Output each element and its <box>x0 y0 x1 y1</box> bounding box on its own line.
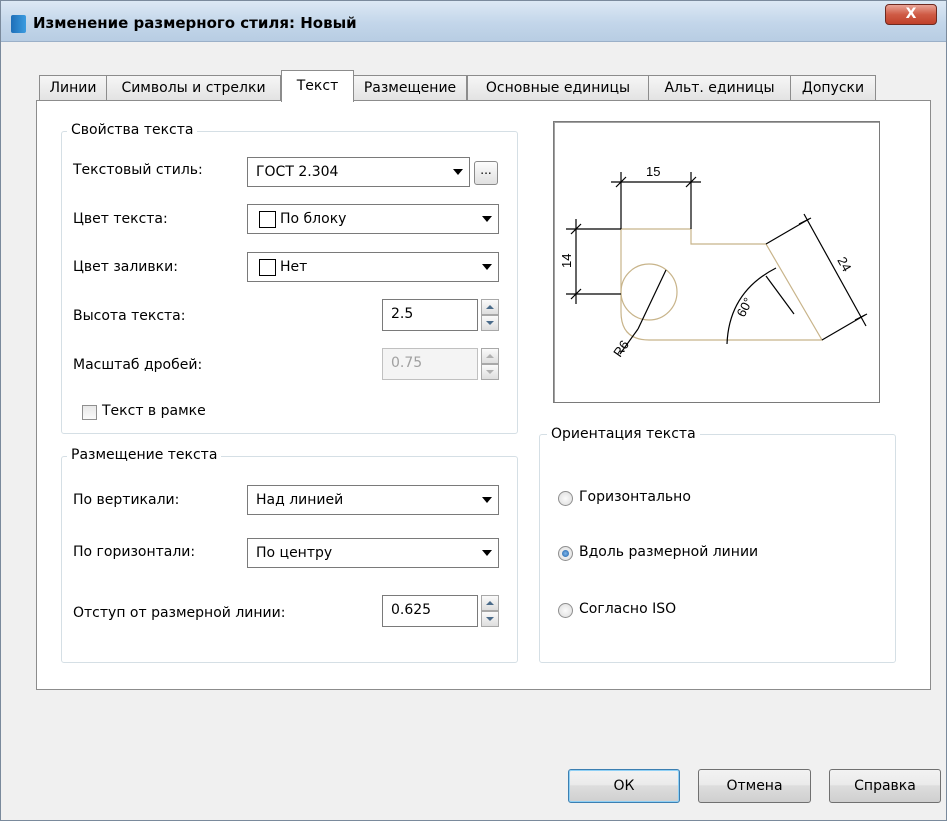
text-height-spinner[interactable] <box>481 299 499 331</box>
vertical-placement-value: Над линией <box>256 492 344 508</box>
dimension-style-dialog: Изменение размерного стиля: Новый X Лини… <box>0 0 947 821</box>
help-button[interactable]: Справка <box>829 769 941 803</box>
text-color-value: По блоку <box>280 211 347 227</box>
vertical-label: По вертикали: <box>73 492 180 508</box>
text-style-select[interactable]: ГОСТ 2.304 <box>247 157 470 187</box>
offset-label: Отступ от размерной линии: <box>73 605 286 621</box>
ok-button[interactable]: ОК <box>568 769 680 803</box>
text-style-value: ГОСТ 2.304 <box>256 164 339 180</box>
orientation-aligned-radio[interactable] <box>558 546 573 561</box>
tab-primary-units[interactable]: Основные единицы <box>467 75 649 101</box>
fraction-scale-input: 0.75 <box>382 348 478 380</box>
dim-right-label: 24 <box>834 254 854 274</box>
text-color-label: Цвет текста: <box>73 211 168 227</box>
window-title: Изменение размерного стиля: Новый <box>33 14 357 32</box>
color-swatch <box>259 211 276 228</box>
fraction-scale-spinner <box>481 348 499 380</box>
chevron-down-icon <box>482 550 492 556</box>
orientation-iso-radio[interactable] <box>558 603 573 618</box>
text-properties-title: Свойства текста <box>67 122 198 138</box>
text-height-label: Высота текста: <box>73 308 186 324</box>
chevron-down-icon <box>482 497 492 503</box>
text-placement-title: Размещение текста <box>67 447 222 463</box>
orientation-aligned-label: Вдоль размерной линии <box>579 544 759 560</box>
dim-radius-label: R6 <box>610 337 632 359</box>
offset-spinner[interactable] <box>481 595 499 627</box>
preview-drawing: 15 14 24 60° R6 <box>559 164 868 360</box>
browse-text-style-button[interactable]: ... <box>474 161 498 185</box>
tab-text[interactable]: Текст <box>281 70 354 102</box>
app-icon <box>11 15 26 33</box>
title-bar[interactable]: Изменение размерного стиля: Новый X <box>1 1 946 42</box>
dim-left-label: 14 <box>559 254 574 268</box>
spin-down-icon[interactable] <box>481 315 499 331</box>
dim-top-label: 15 <box>646 164 660 179</box>
chevron-down-icon <box>482 216 492 222</box>
fill-color-value: Нет <box>280 259 308 275</box>
color-swatch <box>259 259 276 276</box>
horizontal-placement-value: По центру <box>256 545 333 561</box>
tab-tolerances[interactable]: Допуски <box>790 75 876 101</box>
spin-up-icon <box>481 348 499 364</box>
fill-color-label: Цвет заливки: <box>73 259 178 275</box>
orientation-horizontal-label: Горизонтально <box>579 489 691 505</box>
text-height-input[interactable]: 2.5 <box>382 299 478 331</box>
tab-alternate-units[interactable]: Альт. единицы <box>648 75 791 101</box>
text-orientation-title: Ориентация текста <box>547 426 700 442</box>
spin-up-icon[interactable] <box>481 299 499 315</box>
horizontal-placement-select[interactable]: По центру <box>247 538 499 568</box>
chevron-down-icon <box>482 264 492 270</box>
text-frame-checkbox[interactable] <box>82 405 97 420</box>
spin-down-icon[interactable] <box>481 611 499 627</box>
vertical-placement-select[interactable]: Над линией <box>247 485 499 515</box>
dimension-preview: 15 14 24 60° R6 <box>553 121 880 403</box>
dim-angle-label: 60° <box>733 295 755 319</box>
text-style-label: Текстовый стиль: <box>73 162 203 178</box>
orientation-horizontal-radio[interactable] <box>558 491 573 506</box>
text-color-select[interactable]: По блоку <box>247 204 499 234</box>
spin-up-icon[interactable] <box>481 595 499 611</box>
tab-lines[interactable]: Линии <box>39 75 107 101</box>
text-frame-label: Текст в рамке <box>102 403 206 419</box>
horizontal-label: По горизонтали: <box>73 544 196 560</box>
fill-color-select[interactable]: Нет <box>247 252 499 282</box>
tab-fit[interactable]: Размещение <box>353 75 467 101</box>
close-button[interactable]: X <box>885 4 937 25</box>
tab-symbols-arrows[interactable]: Символы и стрелки <box>106 75 281 101</box>
fraction-scale-label: Масштаб дробей: <box>73 357 203 373</box>
spin-down-icon <box>481 364 499 380</box>
offset-input[interactable]: 0.625 <box>382 595 478 627</box>
chevron-down-icon <box>453 169 463 175</box>
cancel-button[interactable]: Отмена <box>698 769 811 803</box>
orientation-iso-label: Согласно ISO <box>579 601 677 617</box>
